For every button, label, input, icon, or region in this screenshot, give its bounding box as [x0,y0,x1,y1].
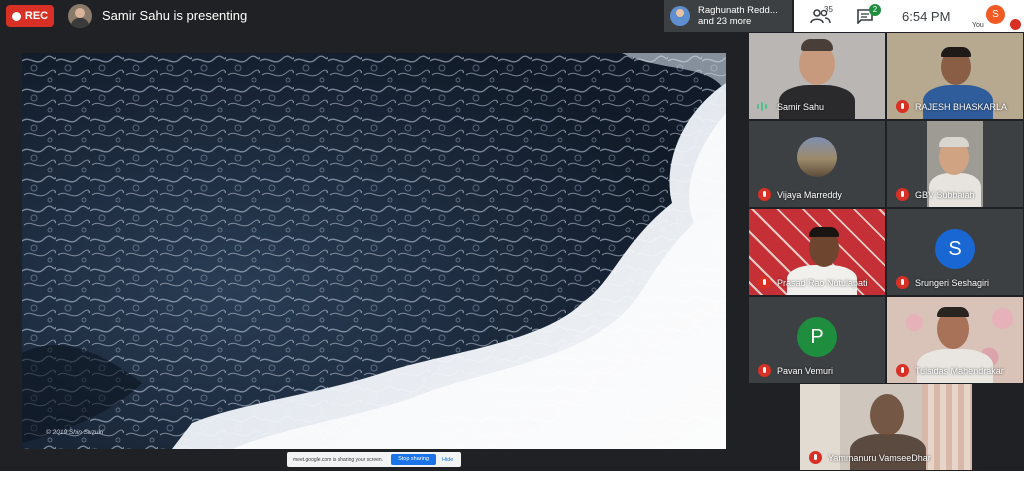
participant-tile[interactable]: Tulsidas Mahendrakar [887,297,1023,383]
mic-off-icon [896,188,909,201]
participant-tile[interactable]: Yammanuru VamseeDhar [800,384,972,470]
chat-badge: 2 [869,4,881,16]
participant-name: Tulsidas Mahendrakar [915,366,1004,376]
hide-button[interactable]: Hide [442,457,453,463]
clock: 6:54 PM [902,9,951,24]
participant-tile[interactable]: Prasad Rao Nutulapati [749,209,885,295]
self-mic-off-icon [1010,19,1021,30]
participant-tile[interactable]: P Pavan Vemuri [749,297,885,383]
bottom-strip [0,471,1024,478]
recording-badge: REC [6,5,54,27]
meeting-controls-panel: 35 2 6:54 PM S You [794,0,1024,32]
mic-off-icon [758,188,771,201]
screen-share-notice: meet.google.com is sharing your screen. … [287,452,461,467]
participant-tile[interactable]: S Srungeri Seshagiri [887,209,1023,295]
raised-hand-notification[interactable]: Raghunath Redd... and 23 more [664,0,792,32]
stop-sharing-button[interactable]: Stop sharing [391,454,437,465]
participant-tile[interactable]: Samir Sahu [749,33,885,119]
participant-tile[interactable]: GBV Subbaiah [887,121,1023,207]
top-bar: REC Samir Sahu is presenting Raghunath R… [0,0,1024,32]
mic-off-icon [809,451,822,464]
participant-name: RAJESH BHASKARLA [915,102,1008,112]
participant-tile[interactable]: Vijaya Marreddy [749,121,885,207]
photo-watermark: © 2019 Shin Suzuki [46,429,104,436]
raised-hand-more: and 23 more [698,16,752,27]
presenting-text: Samir Sahu is presenting [102,8,248,23]
ocean-foam-image [22,53,726,449]
people-count: 35 [824,5,833,14]
participant-name: Vijaya Marreddy [777,190,842,200]
record-dot-icon [11,11,21,21]
mic-off-icon [758,364,771,377]
self-label: You [972,22,984,29]
participant-name: Yammanuru VamseeDhar [828,453,931,463]
presenter-avatar [68,4,92,28]
raised-hand-name: Raghunath Redd... [698,5,778,16]
speaking-indicator-icon [757,101,769,112]
self-avatar[interactable]: S [986,5,1005,24]
participant-initial-avatar: S [935,229,975,269]
mic-off-icon [896,100,909,113]
share-notice-text: meet.google.com is sharing your screen. [293,456,384,463]
participant-initial-avatar: P [797,317,837,357]
participant-tile[interactable]: RAJESH BHASKARLA [887,33,1023,119]
recording-label: REC [24,10,49,22]
mic-off-icon [896,276,909,289]
participant-name: Srungeri Seshagiri [915,278,990,288]
shared-screen: © 2019 Shin Suzuki [22,53,726,449]
participant-avatar [797,137,837,177]
participant-name: Samir Sahu [777,102,825,112]
participant-name: Pavan Vemuri [777,366,834,376]
raised-hand-avatar [670,6,690,26]
mic-off-icon [758,276,771,289]
participant-name: GBV Subbaiah [915,190,975,200]
meet-window: REC Samir Sahu is presenting Raghunath R… [0,0,1024,478]
mic-off-icon [896,364,909,377]
participant-name: Prasad Rao Nutulapati [777,278,868,288]
